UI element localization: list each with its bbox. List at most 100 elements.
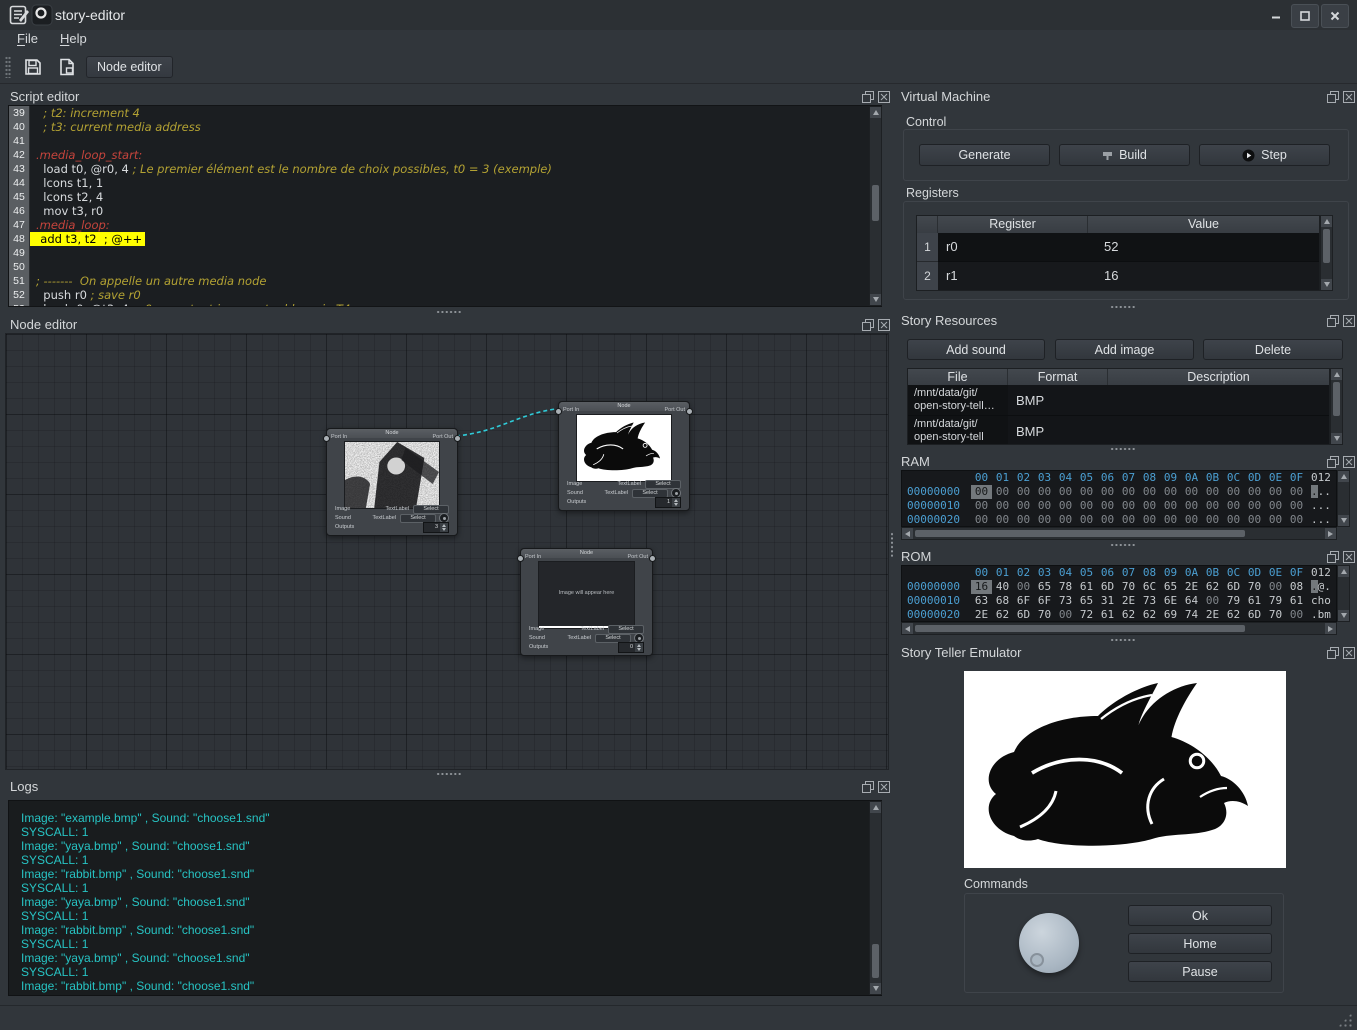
hex-byte[interactable]: 00 <box>971 513 992 527</box>
float-dock-icon[interactable] <box>1326 550 1339 563</box>
close-dock-icon[interactable] <box>1342 646 1355 659</box>
menu-item-file[interactable]: File <box>12 30 43 47</box>
hex-byte[interactable]: 00 <box>1076 513 1097 527</box>
save-button[interactable] <box>20 54 46 79</box>
delete-button[interactable]: Delete <box>1203 339 1343 360</box>
hex-byte[interactable]: 65 <box>1034 580 1055 594</box>
hex-byte[interactable]: 00 <box>1139 485 1160 499</box>
hex-byte[interactable]: 2E <box>1181 580 1202 594</box>
hex-byte[interactable]: 08 <box>1286 580 1307 594</box>
port-in-dot[interactable] <box>323 435 330 442</box>
rom-hscrollbar[interactable] <box>901 622 1337 635</box>
hex-byte[interactable]: 00 <box>1286 485 1307 499</box>
hex-byte[interactable]: 73 <box>1139 594 1160 608</box>
hex-byte[interactable]: 6C <box>1139 580 1160 594</box>
hex-byte[interactable]: 2E <box>1202 608 1223 622</box>
hex-byte[interactable]: 00 <box>1265 513 1286 527</box>
splitter-node-logs[interactable] <box>436 772 462 776</box>
float-dock-icon[interactable] <box>1326 455 1339 468</box>
hex-byte[interactable]: 69 <box>1160 608 1181 622</box>
splitter-columns[interactable] <box>890 532 894 558</box>
add-sound-button[interactable]: Add sound <box>907 339 1045 360</box>
step-button[interactable]: Step <box>1199 144 1330 166</box>
hex-byte[interactable]: 00 <box>1244 499 1265 513</box>
hex-byte[interactable]: 00 <box>1055 485 1076 499</box>
hex-byte[interactable]: 00 <box>1286 513 1307 527</box>
hex-byte[interactable]: 6D <box>1244 608 1265 622</box>
register-row[interactable]: 2r116 <box>917 262 1319 291</box>
hex-byte[interactable]: 63 <box>971 594 992 608</box>
float-dock-icon[interactable] <box>1326 90 1339 103</box>
port-out-dot[interactable] <box>686 408 693 415</box>
hex-byte[interactable]: 00 <box>1181 485 1202 499</box>
hex-byte[interactable]: 73 <box>1055 594 1076 608</box>
media-node-yaya[interactable]: Node Port In Port Out ImageTextLabelSele… <box>326 428 458 536</box>
hex-byte[interactable]: 00 <box>1118 485 1139 499</box>
float-dock-icon[interactable] <box>1326 646 1339 659</box>
wheel-knob[interactable] <box>1019 913 1079 973</box>
outputs-spinner[interactable]: 1 <box>655 497 681 508</box>
hex-byte[interactable]: 00 <box>1265 580 1286 594</box>
hex-byte[interactable]: 00 <box>1034 485 1055 499</box>
logs-output[interactable]: Image: "example.bmp" , Sound: "choose1.s… <box>8 800 882 996</box>
float-dock-icon[interactable] <box>861 780 874 793</box>
generate-button[interactable]: Generate <box>919 144 1050 166</box>
resources-table[interactable]: File Format Description /mnt/data/git/op… <box>907 368 1330 445</box>
add-image-button[interactable]: Add image <box>1055 339 1194 360</box>
hex-byte[interactable]: 00 <box>992 499 1013 513</box>
resource-row[interactable]: /mnt/data/git/open-story-tellBMP <box>908 416 1329 445</box>
hex-byte[interactable]: 62 <box>992 608 1013 622</box>
hex-byte[interactable]: 62 <box>1223 608 1244 622</box>
hex-byte[interactable]: 00 <box>1013 485 1034 499</box>
float-dock-icon[interactable] <box>861 90 874 103</box>
hex-byte[interactable]: 00 <box>1223 499 1244 513</box>
hex-byte[interactable]: 00 <box>992 513 1013 527</box>
port-out-dot[interactable] <box>454 435 461 442</box>
hex-byte[interactable]: 00 <box>992 485 1013 499</box>
hex-byte[interactable]: 78 <box>1055 580 1076 594</box>
hex-byte[interactable]: 16 <box>971 580 992 594</box>
outputs-spinner[interactable]: 0 <box>618 642 644 653</box>
hex-byte[interactable]: 00 <box>1076 499 1097 513</box>
hex-byte[interactable]: 00 <box>1013 513 1034 527</box>
hex-byte[interactable]: 00 <box>1013 580 1034 594</box>
hex-byte[interactable]: 00 <box>1202 513 1223 527</box>
hex-byte[interactable]: 00 <box>1223 485 1244 499</box>
register-row[interactable]: 1r052 <box>917 233 1319 262</box>
pause-button[interactable]: Pause <box>1128 961 1272 982</box>
hex-byte[interactable]: 61 <box>1244 594 1265 608</box>
hex-byte[interactable]: 62 <box>1202 580 1223 594</box>
hex-byte[interactable]: 00 <box>1160 499 1181 513</box>
hex-byte[interactable]: 72 <box>1076 608 1097 622</box>
media-node-empty[interactable]: Node Port In Port Out Image will appear … <box>520 548 653 656</box>
hex-byte[interactable]: 64 <box>1181 594 1202 608</box>
close-dock-icon[interactable] <box>877 318 890 331</box>
close-dock-icon[interactable] <box>1342 550 1355 563</box>
hex-byte[interactable]: 61 <box>1286 594 1307 608</box>
hex-byte[interactable]: 79 <box>1223 594 1244 608</box>
script-editor-vscrollbar[interactable] <box>869 106 882 306</box>
media-node-rabbit[interactable]: Node Port In Port Out ImageTextLabelSele… <box>558 401 690 511</box>
hex-byte[interactable]: 70 <box>1118 580 1139 594</box>
export-button[interactable] <box>54 54 80 79</box>
ok-button[interactable]: Ok <box>1128 905 1272 926</box>
hex-byte[interactable]: 00 <box>1055 499 1076 513</box>
hex-byte[interactable]: 40 <box>992 580 1013 594</box>
hex-byte[interactable]: 00 <box>1265 485 1286 499</box>
minimize-button[interactable] <box>1263 4 1289 26</box>
hex-byte[interactable]: 00 <box>1097 485 1118 499</box>
hex-byte[interactable]: 00 <box>1118 499 1139 513</box>
hex-byte[interactable]: 00 <box>971 499 992 513</box>
hex-byte[interactable]: 65 <box>1160 580 1181 594</box>
hex-byte[interactable]: 6D <box>1013 608 1034 622</box>
hex-byte[interactable]: 00 <box>1244 513 1265 527</box>
hex-byte[interactable]: 00 <box>1181 513 1202 527</box>
hex-byte[interactable]: 00 <box>1160 485 1181 499</box>
close-dock-icon[interactable] <box>1342 455 1355 468</box>
hex-byte[interactable]: 00 <box>1097 499 1118 513</box>
hex-byte[interactable]: 6F <box>1034 594 1055 608</box>
build-button[interactable]: Build <box>1059 144 1190 166</box>
close-dock-icon[interactable] <box>1342 90 1355 103</box>
menu-item-help[interactable]: Help <box>55 30 92 47</box>
node-editor-toolbar-button[interactable]: Node editor <box>86 56 173 78</box>
